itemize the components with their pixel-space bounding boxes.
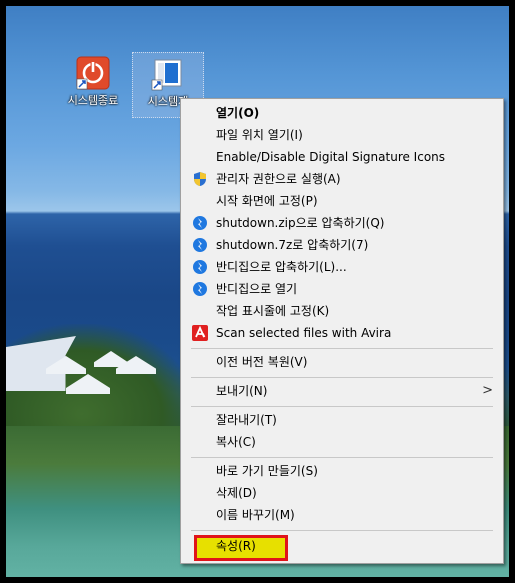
menu-separator — [191, 377, 493, 378]
chevron-right-icon: > — [482, 383, 493, 398]
menu-item-open[interactable]: 열기(O) — [183, 102, 501, 124]
menu-item-label: 보내기(N) — [216, 384, 268, 398]
menu-item-label: 반디집으로 열기 — [216, 282, 298, 296]
menu-item-digital-signature-icons[interactable]: Enable/Disable Digital Signature Icons — [183, 146, 501, 168]
menu-separator — [191, 457, 493, 458]
menu-item-run-as-admin[interactable]: 관리자 권한으로 실행(A) — [183, 168, 501, 190]
menu-separator — [191, 406, 493, 407]
desktop-icon-label: 시스템종료 — [67, 94, 119, 107]
menu-item-copy[interactable]: 복사(C) — [183, 431, 501, 453]
menu-separator — [191, 348, 493, 349]
menu-separator — [191, 530, 493, 531]
menu-item-send-to[interactable]: 보내기(N) > — [183, 380, 501, 402]
menu-item-properties[interactable]: 속성(R) — [183, 535, 501, 557]
menu-item-label: shutdown.7z로 압축하기(7) — [216, 238, 369, 252]
menu-item-pin-to-taskbar[interactable]: 작업 표시줄에 고정(K) — [183, 300, 501, 322]
power-button-icon — [76, 56, 110, 90]
uac-shield-icon — [192, 171, 208, 187]
menu-item-scan-avira[interactable]: Scan selected files with Avira — [183, 322, 501, 344]
menu-item-label: 복사(C) — [216, 435, 256, 449]
menu-item-create-shortcut[interactable]: 바로 가기 만들기(S) — [183, 460, 501, 482]
menu-item-compress-7z[interactable]: shutdown.7z로 압축하기(7) — [183, 234, 501, 256]
bandizip-icon — [192, 237, 208, 253]
menu-item-label: 잘라내기(T) — [216, 413, 277, 427]
menu-item-open-bandizip[interactable]: 반디집으로 열기 — [183, 278, 501, 300]
menu-item-label: 작업 표시줄에 고정(K) — [216, 304, 330, 318]
screenshot-frame: 시스템종료 시스템재 열기(O) 파일 위치 열기(I) Enable/Disa… — [0, 0, 515, 583]
bandizip-icon — [192, 281, 208, 297]
bandizip-icon — [192, 259, 208, 275]
menu-item-label: 관리자 권한으로 실행(A) — [216, 172, 341, 186]
menu-item-label: shutdown.zip으로 압축하기(Q) — [216, 216, 385, 230]
menu-item-delete[interactable]: 삭제(D) — [183, 482, 501, 504]
menu-item-label: Scan selected files with Avira — [216, 326, 392, 340]
desktop-background: 시스템종료 시스템재 열기(O) 파일 위치 열기(I) Enable/Disa… — [6, 6, 509, 577]
menu-item-label: 이름 바꾸기(M) — [216, 508, 295, 522]
menu-item-label: 파일 위치 열기(I) — [216, 128, 303, 142]
shortcut-window-icon — [151, 57, 185, 91]
desktop-icon-shutdown[interactable]: 시스템종료 — [58, 52, 128, 108]
menu-item-cut[interactable]: 잘라내기(T) — [183, 409, 501, 431]
menu-item-label: 반디집으로 압축하기(L)... — [216, 260, 347, 274]
menu-item-label: 이전 버전 복원(V) — [216, 355, 308, 369]
menu-item-restore-previous-versions[interactable]: 이전 버전 복원(V) — [183, 351, 501, 373]
menu-item-label: 시작 화면에 고정(P) — [216, 194, 318, 208]
menu-item-label: 열기(O) — [216, 106, 260, 120]
menu-item-open-file-location[interactable]: 파일 위치 열기(I) — [183, 124, 501, 146]
menu-item-pin-to-start[interactable]: 시작 화면에 고정(P) — [183, 190, 501, 212]
menu-item-compress-zip[interactable]: shutdown.zip으로 압축하기(Q) — [183, 212, 501, 234]
menu-item-compress-bandizip[interactable]: 반디집으로 압축하기(L)... — [183, 256, 501, 278]
menu-item-label: 삭제(D) — [216, 486, 257, 500]
menu-item-rename[interactable]: 이름 바꾸기(M) — [183, 504, 501, 526]
menu-item-label: 바로 가기 만들기(S) — [216, 464, 318, 478]
menu-item-label: Enable/Disable Digital Signature Icons — [216, 150, 446, 164]
bandizip-icon — [192, 215, 208, 231]
context-menu: 열기(O) 파일 위치 열기(I) Enable/Disable Digital… — [180, 98, 504, 564]
avira-icon — [192, 325, 208, 341]
menu-item-label: 속성(R) — [216, 539, 256, 553]
